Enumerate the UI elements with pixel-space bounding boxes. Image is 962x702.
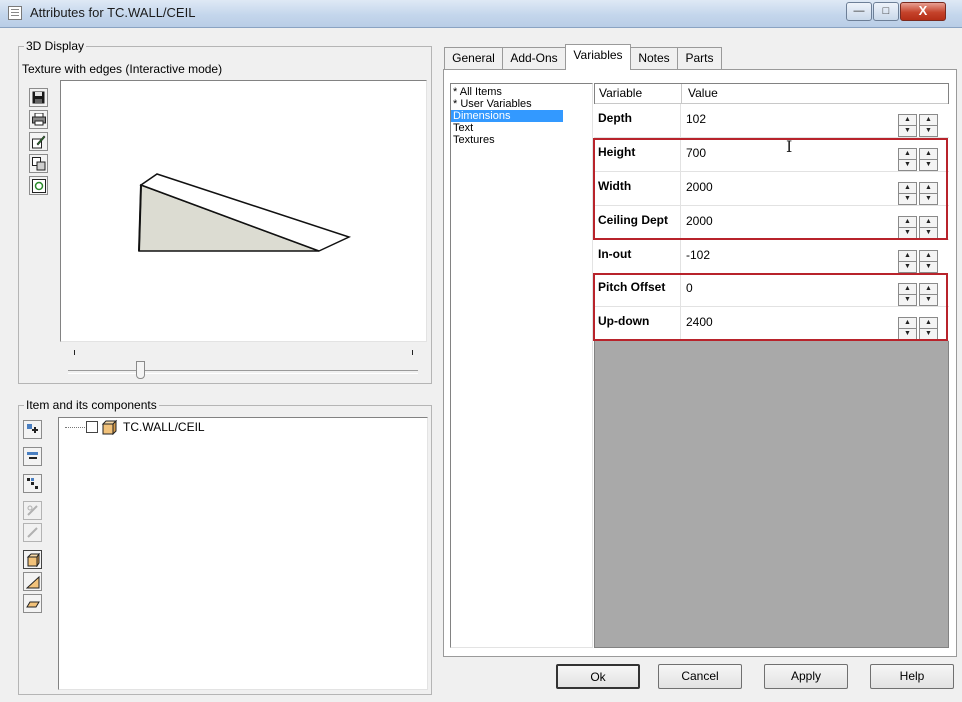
tab-notes[interactable]: Notes — [630, 47, 678, 69]
spinner-down-icon[interactable]: ▼ — [898, 125, 917, 137]
grid-row-depth[interactable]: Depth 102 ▲ ▲ ▼ ▼ — [594, 104, 949, 138]
category-user-variables[interactable]: * User Variables — [451, 98, 591, 110]
apply-button[interactable]: Apply — [764, 664, 848, 689]
category-text[interactable]: Text — [451, 122, 591, 134]
spinner-down-icon[interactable]: ▼ — [919, 261, 938, 273]
maximize-button[interactable]: □ — [873, 2, 899, 21]
refresh-icon[interactable] — [29, 176, 48, 195]
spinner-down-icon[interactable]: ▼ — [919, 125, 938, 137]
window-icon — [8, 6, 22, 20]
link-remove-icon[interactable] — [23, 523, 42, 542]
spinner-down-icon[interactable]: ▼ — [898, 261, 917, 273]
wall-ceiling-preview — [138, 173, 352, 252]
variable-value[interactable]: -102 — [686, 248, 710, 262]
tree-item-label[interactable]: TC.WALL/CEIL — [123, 420, 205, 434]
category-all-items[interactable]: * All Items — [451, 86, 591, 98]
cancel-button[interactable]: Cancel — [658, 664, 742, 689]
expand-icon[interactable] — [23, 420, 42, 439]
box-icon — [101, 419, 118, 438]
variable-name: In-out — [598, 247, 632, 261]
ok-button[interactable]: Ok — [556, 664, 640, 689]
zoom-slider[interactable] — [66, 350, 419, 379]
title-bar[interactable]: Attributes for TC.WALL/CEIL — □ X — [0, 0, 962, 28]
box-view-icon[interactable] — [23, 550, 42, 569]
copy-view-icon[interactable] — [29, 154, 48, 173]
ceiling-view-icon[interactable] — [23, 594, 42, 613]
grid-row-in-out[interactable]: In-out -102 ▲ ▲ ▼ ▼ — [594, 240, 949, 274]
save-icon[interactable] — [29, 88, 48, 107]
value-spinner[interactable]: ▲ ▲ ▼ ▼ — [898, 242, 940, 273]
print-icon[interactable] — [29, 110, 48, 129]
highlight-box — [593, 273, 948, 341]
zoom-slider-thumb[interactable] — [136, 361, 145, 379]
edit-properties-icon[interactable] — [29, 132, 48, 151]
components-group-label: Item and its components — [24, 398, 159, 412]
tab-add-ons[interactable]: Add-Ons — [502, 47, 566, 69]
render-mode-label: Texture with edges (Interactive mode) — [22, 62, 223, 76]
tab-general[interactable]: General — [444, 47, 503, 69]
components-toolbar — [23, 420, 42, 613]
close-button[interactable]: X — [900, 2, 946, 21]
header-variable: Variable — [599, 86, 643, 100]
tab-variables[interactable]: Variables — [565, 44, 631, 70]
help-button[interactable]: Help — [870, 664, 954, 689]
highlight-box — [593, 138, 948, 240]
category-dimensions[interactable]: Dimensions — [451, 110, 563, 122]
category-list[interactable]: * All Items * User Variables Dimensions … — [450, 83, 593, 648]
collapse-icon[interactable] — [23, 447, 42, 466]
link-add-icon[interactable] — [23, 501, 42, 520]
grid-header: Variable Value — [595, 84, 948, 104]
variable-value[interactable]: 102 — [686, 112, 706, 126]
3d-viewport[interactable] — [60, 80, 427, 342]
variable-name: Depth — [598, 111, 632, 125]
tree-view-icon[interactable] — [23, 474, 42, 493]
window-title: Attributes for TC.WALL/CEIL — [30, 5, 196, 20]
category-textures[interactable]: Textures — [451, 134, 591, 146]
3d-display-group-label: 3D Display — [24, 39, 87, 53]
minimize-button[interactable]: — — [846, 2, 872, 21]
3d-toolbar — [29, 88, 48, 195]
components-tree[interactable]: TC.WALL/CEIL — [58, 417, 428, 690]
header-value: Value — [688, 86, 718, 100]
value-spinner[interactable]: ▲ ▲ ▼ ▼ — [898, 106, 940, 137]
tab-parts[interactable]: Parts — [677, 47, 722, 69]
tree-item-checkbox[interactable] — [86, 421, 98, 433]
wall-view-icon[interactable] — [23, 572, 42, 591]
